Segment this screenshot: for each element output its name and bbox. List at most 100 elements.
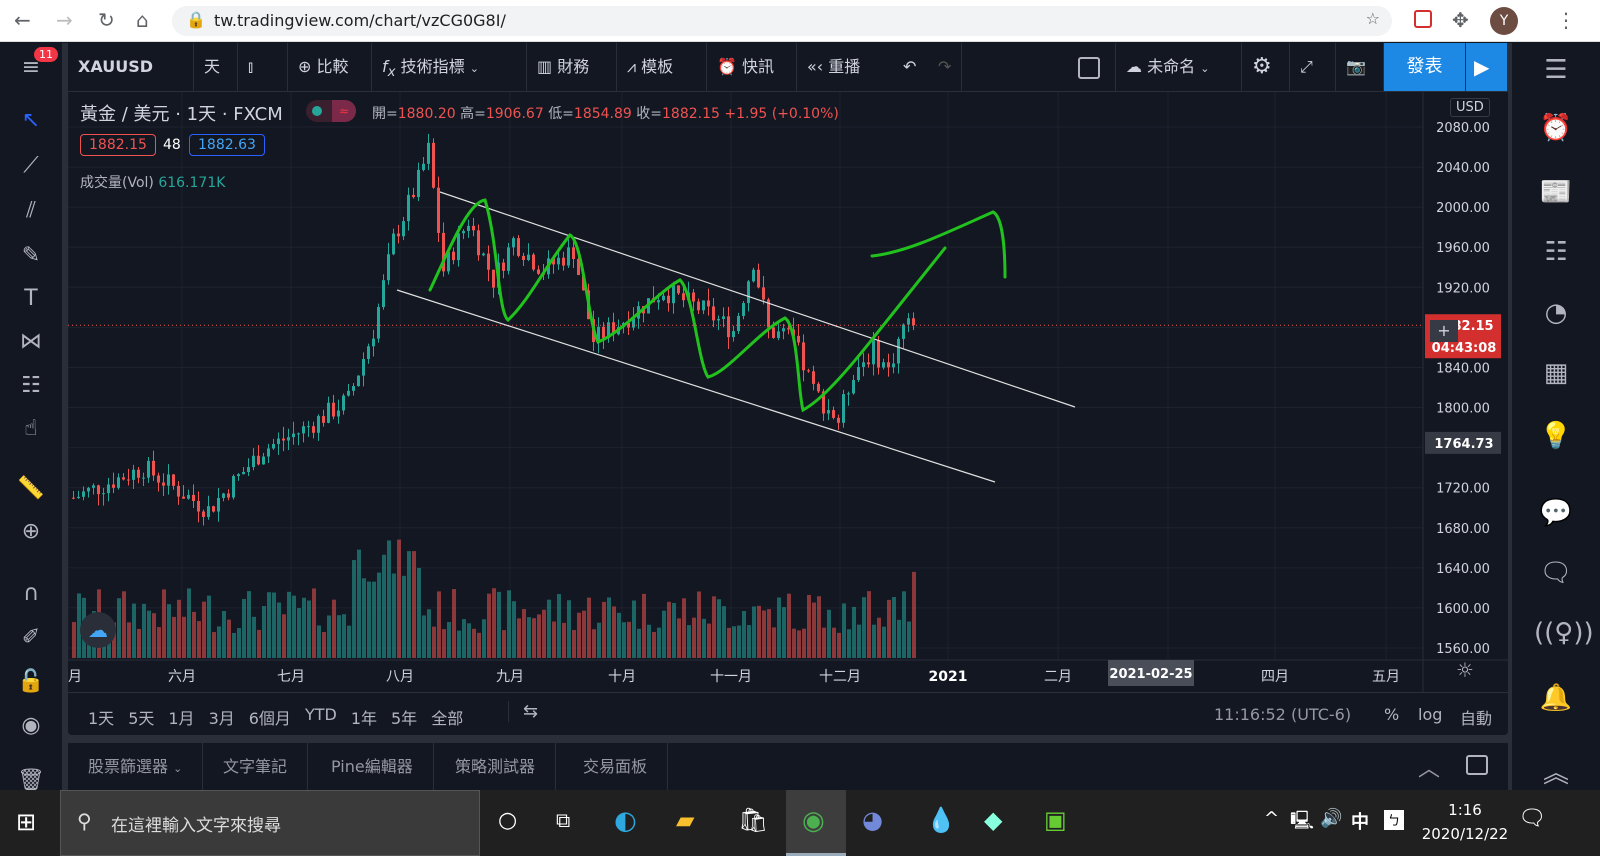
log-toggle[interactable]: log [1418, 705, 1442, 724]
maximize-panel-icon[interactable] [1466, 755, 1488, 775]
chat-icon[interactable]: 💬 [1534, 498, 1578, 528]
chart-type-button[interactable]: ⫾ [238, 43, 288, 91]
zoom-in-icon[interactable]: ⊕ [16, 519, 46, 544]
cursor-icon[interactable]: ↖ [16, 108, 46, 133]
alarm-icon[interactable]: ⏰ [1534, 113, 1578, 143]
streams-icon[interactable]: ((♀)) [1534, 618, 1594, 648]
layout-button[interactable] [1068, 43, 1116, 91]
tab-pine-editor[interactable]: Pine編輯器 [311, 743, 434, 790]
currency-label[interactable]: USD [1450, 98, 1490, 117]
prediction-icon[interactable]: ☷ [16, 373, 46, 398]
system-clock[interactable]: 1:16 2020/12/22 [1420, 798, 1510, 846]
symbol-search[interactable]: XAUUSD [68, 43, 194, 91]
messages-icon[interactable]: 🗨 [1534, 558, 1578, 588]
range-6[interactable]: 1年 [351, 705, 377, 729]
action-center-icon[interactable]: 🗨 [1518, 806, 1546, 831]
settings-gear-icon[interactable]: ⚙ [1242, 43, 1290, 91]
profile-avatar[interactable]: Y [1490, 7, 1518, 35]
range-3[interactable]: 3月 [209, 705, 235, 729]
range-7[interactable]: 5年 [391, 705, 417, 729]
play-icon[interactable]: ▶ [1466, 43, 1508, 91]
time-axis-settings-icon[interactable]: ☼ [1456, 658, 1474, 682]
ime-indicator[interactable]: 中 [1351, 808, 1369, 834]
edge-icon[interactable]: ◐ [614, 806, 637, 836]
replay-button[interactable]: «‹ 重播 [797, 43, 887, 91]
buy-button[interactable]: 1882.63 [189, 134, 265, 156]
tab-stock-screener[interactable]: 股票篩選器 ⌄ [68, 743, 204, 790]
calendar-icon[interactable]: ▦ [1534, 358, 1578, 388]
publish-button[interactable]: 發表 [1384, 43, 1466, 91]
unlock-icon[interactable]: 🔓 [16, 669, 46, 694]
forward-icon[interactable]: → [56, 8, 73, 32]
collapse-up-icon[interactable]: ︿ [1418, 751, 1440, 783]
back-icon[interactable]: ← [14, 8, 31, 32]
task-view-icon[interactable]: ⧉ [556, 808, 570, 832]
text-tool-icon[interactable]: T [16, 286, 46, 311]
ideas-bulb-icon[interactable]: 💡 [1534, 421, 1578, 451]
range-8[interactable]: 全部 [431, 705, 463, 729]
range-2[interactable]: 1月 [168, 705, 194, 729]
cortana-icon[interactable]: ○ [498, 808, 517, 833]
indicators-button[interactable]: fx 技術指標 ⌄ [372, 43, 527, 91]
taskbar-search-box[interactable]: ⚲ 在這裡輸入文字來搜尋 [60, 790, 480, 856]
ruler-icon[interactable]: 📏 [16, 476, 46, 501]
range-1[interactable]: 5天 [128, 705, 154, 729]
hand-icon[interactable]: ☝ [16, 416, 46, 441]
range-0[interactable]: 1天 [88, 705, 114, 729]
chrome-taskbar-button[interactable]: ◉ [786, 790, 846, 856]
extension-icon[interactable] [1414, 10, 1432, 28]
brush-icon[interactable]: ✎ [16, 243, 46, 268]
interval-button[interactable]: 天 [194, 43, 238, 91]
alert-button[interactable]: ⏰ 快訊 [707, 43, 797, 91]
address-bar[interactable]: 🔒 tw.tradingview.com/chart/vzCG0G8I/ ☆ [172, 6, 1392, 36]
market-status-toggle[interactable]: ≈ [306, 100, 356, 122]
range-4[interactable]: 6個月 [249, 705, 291, 729]
tradingview-logo-icon[interactable]: ☁ [80, 612, 116, 648]
crosshair-plus-icon[interactable]: + [1430, 320, 1458, 342]
redo-icon[interactable]: ↷ [928, 43, 963, 91]
auto-toggle[interactable]: 自動 [1460, 705, 1492, 729]
trendline-icon[interactable]: ⟋ [16, 153, 46, 178]
compare-button[interactable]: ⊕ 比較 [288, 43, 372, 91]
sell-button[interactable]: 1882.15 [80, 134, 156, 156]
image-app-icon[interactable]: ▣ [1044, 806, 1067, 834]
bookmark-star-icon[interactable]: ☆ [1366, 9, 1380, 28]
clock-timezone[interactable]: 11:16:52 (UTC-6) [1214, 705, 1351, 724]
undo-icon[interactable]: ↶ [893, 43, 926, 91]
camera-icon[interactable]: 📷 [1336, 43, 1384, 91]
tab-trading-panel[interactable]: 交易面板 [563, 743, 669, 790]
financials-button[interactable]: ▥ 財務 [527, 43, 617, 91]
hotlist-icon[interactable]: ◔ [1534, 298, 1578, 328]
windows-start-icon[interactable]: ⊞ [16, 808, 36, 836]
notifications-bell-icon[interactable]: 🔔 [1534, 683, 1578, 713]
goto-date-icon[interactable]: ⇆ [508, 701, 538, 722]
lock-drawing-icon[interactable]: ✐ [16, 625, 46, 650]
eye-icon[interactable]: ◉ [16, 713, 46, 738]
discord-icon[interactable]: ◕ [862, 806, 883, 834]
templates-button[interactable]: ⩘ 模板 [617, 43, 707, 91]
file-explorer-icon[interactable]: ▰ [676, 806, 694, 834]
network-icon[interactable]: 🖳 [1290, 808, 1314, 838]
volume-icon[interactable]: 🔊 [1320, 808, 1342, 829]
watchlist-icon[interactable]: ☰ [1534, 55, 1578, 85]
layout-name-button[interactable]: ☁ 未命名 ⌄ [1116, 43, 1242, 91]
app-icon[interactable]: ◆ [984, 806, 1002, 834]
ime-mode-icon[interactable]: ㄅ [1384, 810, 1404, 830]
pattern-icon[interactable]: ⋈ [16, 329, 46, 354]
news-icon[interactable]: 📰 [1534, 177, 1578, 207]
chart-pane[interactable]: 2080.00 2040.00 2000.00 1960.00 1920.00 1880.… [54, 92, 1508, 692]
fullscreen-icon[interactable]: ⤢ [1290, 43, 1336, 91]
data-window-icon[interactable]: ☷ [1534, 237, 1578, 267]
percent-toggle[interactable]: % [1384, 705, 1399, 724]
home-icon[interactable]: ⌂ [136, 8, 149, 32]
expand-icon[interactable]: ︽ [1534, 753, 1578, 790]
tab-strategy-tester[interactable]: 策略測試器 [435, 743, 557, 790]
browser-menu-icon[interactable]: ⋮ [1556, 8, 1576, 32]
range-5[interactable]: YTD [305, 705, 337, 729]
reload-icon[interactable]: ↻ [98, 8, 115, 32]
paint-drop-icon[interactable]: 💧 [926, 806, 956, 834]
tab-text-notes[interactable]: 文字筆記 [203, 743, 309, 790]
tray-chevron-icon[interactable]: ^ [1264, 808, 1279, 829]
extensions-puzzle-icon[interactable]: ✥ [1452, 8, 1469, 32]
magnet-icon[interactable]: ∩ [16, 581, 46, 606]
